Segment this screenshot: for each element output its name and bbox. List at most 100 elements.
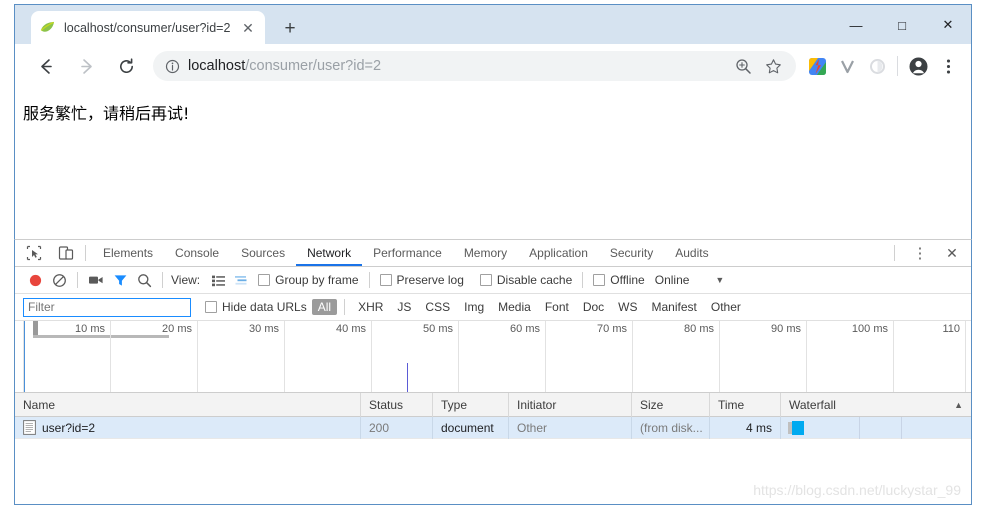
browser-tab[interactable]: localhost/consumer/user?id=2 ✕	[31, 11, 265, 45]
back-icon[interactable]	[29, 49, 63, 83]
devtools-divider	[85, 245, 86, 261]
filter-type-manifest[interactable]: Manifest	[646, 299, 703, 315]
new-tab-button[interactable]: +	[277, 17, 303, 41]
devtools-tab-strip: Elements Console Sources Network Perform…	[15, 240, 971, 267]
bookmark-star-icon[interactable]	[758, 51, 788, 81]
overview-tick-40ms: 40 ms	[336, 323, 366, 335]
browser-toolbar: localhost/consumer/user?id=2	[14, 44, 972, 88]
disable-cache-checkbox[interactable]: Disable cache	[479, 273, 572, 287]
tab-title: localhost/consumer/user?id=2	[64, 21, 231, 35]
extension-colored-icon[interactable]	[802, 51, 832, 81]
cell-initiator: Other	[509, 416, 632, 439]
cell-type: document	[433, 416, 509, 439]
devtools-tab-sources[interactable]: Sources	[230, 240, 296, 266]
forward-icon[interactable]	[69, 49, 103, 83]
throttle-value[interactable]: Online	[655, 273, 690, 287]
chevron-down-icon[interactable]: ▼	[715, 275, 724, 285]
waterfall-view-icon[interactable]	[230, 268, 254, 292]
group-by-frame-checkbox[interactable]: Group by frame	[258, 273, 359, 287]
filter-type-css[interactable]: CSS	[419, 299, 456, 315]
devtools-tab-elements[interactable]: Elements	[92, 240, 164, 266]
offline-label: Offline	[610, 273, 645, 287]
overview-tick-30ms: 30 ms	[249, 323, 279, 335]
url-text: localhost/consumer/user?id=2	[188, 58, 381, 74]
toolbar-divider	[897, 56, 898, 76]
filter-type-ws[interactable]: WS	[612, 299, 643, 315]
preserve-log-label: Preserve log	[396, 273, 464, 287]
filter-button[interactable]	[108, 268, 132, 292]
hide-data-urls-checkbox[interactable]: Hide data URLs	[205, 300, 307, 314]
overview-tick-90ms: 90 ms	[771, 323, 801, 335]
address-bar[interactable]: localhost/consumer/user?id=2	[153, 51, 796, 81]
column-header-name[interactable]: Name	[15, 392, 361, 417]
record-button[interactable]	[23, 268, 47, 292]
zoom-icon[interactable]	[728, 51, 758, 81]
group-by-frame-box	[258, 274, 271, 286]
devtools-tab-application[interactable]: Application	[518, 240, 599, 266]
cell-time: 4 ms	[710, 416, 781, 439]
column-header-status[interactable]: Status	[361, 392, 433, 417]
devtools-tab-audits[interactable]: Audits	[664, 240, 719, 266]
device-toolbar-icon[interactable]	[53, 240, 79, 266]
overview-tick-10ms: 10 ms	[75, 323, 105, 335]
devtools-tab-network[interactable]: Network	[296, 240, 363, 266]
maximize-button[interactable]: □	[879, 5, 925, 45]
table-row[interactable]: user?id=2 200 document Other (from disk.…	[15, 416, 971, 439]
filter-divider	[344, 299, 346, 315]
filter-type-all[interactable]: All	[311, 299, 338, 315]
sort-ascending-icon: ▲	[954, 399, 963, 410]
network-toolbar-divider-1	[77, 272, 78, 288]
filter-input[interactable]	[23, 297, 191, 317]
extension-circle-icon[interactable]	[862, 51, 892, 81]
close-button[interactable]: ✕	[925, 5, 971, 45]
inspect-element-icon[interactable]	[21, 240, 47, 266]
column-header-initiator[interactable]: Initiator	[509, 392, 632, 417]
column-header-type[interactable]: Type	[433, 392, 509, 417]
overview-tick-80ms: 80 ms	[684, 323, 714, 335]
filter-type-js[interactable]: JS	[391, 299, 417, 315]
overview-tick-20ms: 20 ms	[162, 323, 192, 335]
filter-type-font[interactable]: Font	[539, 299, 575, 315]
column-header-waterfall[interactable]: Waterfall ▲	[781, 393, 971, 417]
network-toolbar-divider-3	[368, 272, 370, 288]
search-button[interactable]	[132, 268, 156, 292]
list-view-icon[interactable]	[206, 268, 230, 292]
cell-status: 200	[361, 416, 433, 439]
devtools-tab-security[interactable]: Security	[599, 240, 664, 266]
request-table-body: user?id=2 200 document Other (from disk.…	[15, 416, 971, 491]
offline-checkbox[interactable]: Offline	[593, 273, 645, 287]
camera-button[interactable]	[84, 268, 108, 292]
overview-tick-60ms: 60 ms	[510, 323, 540, 335]
overview-tick-50ms: 50 ms	[423, 323, 453, 335]
devtools-more-icon[interactable]: ⋮	[907, 240, 933, 266]
extension-v-icon[interactable]	[832, 51, 862, 81]
filter-type-media[interactable]: Media	[492, 299, 537, 315]
filter-type-other[interactable]: Other	[705, 299, 747, 315]
url-path: /consumer/user?id=2	[245, 58, 382, 74]
cell-size: (from disk...	[632, 416, 710, 439]
devtools-tab-console[interactable]: Console	[164, 240, 230, 266]
column-header-time[interactable]: Time	[710, 392, 781, 417]
devtools-close-icon[interactable]: ✕	[939, 240, 965, 266]
chrome-menu-icon[interactable]	[933, 51, 963, 81]
devtools-actions-divider	[894, 245, 895, 261]
devtools-tab-performance[interactable]: Performance	[362, 240, 453, 266]
minimize-button[interactable]: —	[833, 5, 879, 45]
preserve-log-checkbox[interactable]: Preserve log	[379, 273, 464, 287]
title-bar: localhost/consumer/user?id=2 ✕ + — □ ✕	[14, 4, 972, 45]
reload-icon[interactable]	[109, 49, 143, 83]
profile-avatar-icon[interactable]	[903, 51, 933, 81]
filter-type-img[interactable]: Img	[458, 299, 490, 315]
preserve-log-box	[379, 274, 392, 286]
clear-button[interactable]	[47, 268, 71, 292]
tab-close-icon[interactable]: ✕	[239, 19, 257, 37]
network-overview-timeline[interactable]: 10 ms 20 ms 30 ms 40 ms 50 ms 60 ms 70 m…	[15, 321, 971, 393]
waterfall-gridline	[859, 416, 860, 439]
waterfall-gridline	[901, 416, 902, 439]
column-header-size[interactable]: Size	[632, 392, 710, 417]
filter-type-xhr[interactable]: XHR	[352, 299, 389, 315]
filter-type-doc[interactable]: Doc	[577, 299, 610, 315]
overview-request-bar	[33, 335, 169, 338]
devtools-tab-memory[interactable]: Memory	[453, 240, 518, 266]
site-info-icon[interactable]	[161, 55, 183, 77]
